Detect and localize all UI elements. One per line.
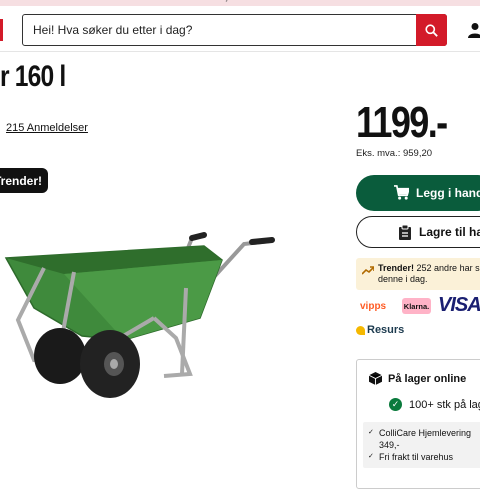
stock-quantity-text: 100+ stk på lag <box>409 398 480 411</box>
trending-up-icon <box>362 266 374 275</box>
product-image[interactable] <box>4 228 276 404</box>
stock-info-box: På lager online ✓ 100+ stk på lag ColliC… <box>356 359 480 489</box>
trend-text-1: 252 andre har s <box>416 263 480 273</box>
trending-badge: Trender! <box>0 168 48 193</box>
search-button[interactable] <box>416 14 447 46</box>
search-icon <box>425 23 438 37</box>
resurs-logo: Resurs <box>356 324 404 336</box>
price: 1199.- <box>356 98 448 147</box>
stock-quantity: ✓ 100+ stk på lag <box>389 398 480 411</box>
search-bar <box>22 14 447 46</box>
stock-heading-text: På lager online <box>388 372 467 385</box>
logo[interactable] <box>0 19 3 41</box>
check-circle-icon: ✓ <box>389 398 402 411</box>
delivery-option-home: ColliCare Hjemlevering <box>363 427 480 439</box>
add-to-cart-button[interactable]: Legg i handle <box>356 175 480 211</box>
save-to-list-label: Lagre til han <box>419 225 480 239</box>
resurs-mark-icon <box>356 325 365 335</box>
trend-label: Trender! <box>378 263 415 273</box>
cart-icon <box>394 185 409 200</box>
delivery-options: ColliCare Hjemlevering 349,- Fri frakt t… <box>363 422 480 468</box>
vipps-logo: vipps <box>360 301 387 312</box>
price-ex-vat: Eks. mva.: 959,20 <box>356 148 433 159</box>
stock-heading: På lager online <box>369 372 466 385</box>
search-input[interactable] <box>23 15 417 45</box>
add-to-cart-label: Legg i handle <box>416 186 480 200</box>
resurs-text: Resurs <box>367 324 405 336</box>
site-header <box>0 6 480 52</box>
save-to-list-button[interactable]: Lagre til han <box>356 216 480 248</box>
reviews-link[interactable]: 215 Anmeldelser <box>6 122 88 134</box>
delivery-option-store: Fri frakt til varehus <box>363 451 480 463</box>
clipboard-icon <box>399 225 411 240</box>
notice-text: jubilee <box>226 0 249 2</box>
trend-text-2: denne i dag. <box>378 274 428 284</box>
klarna-logo: Klarna. <box>402 298 431 314</box>
trend-notice: Trender! 252 andre har s denne i dag. <box>356 258 480 290</box>
visa-logo: VISA <box>438 294 480 316</box>
delivery-option-price: 349,- <box>379 440 400 450</box>
product-title: r 160 l <box>0 60 66 93</box>
box-icon <box>369 372 382 385</box>
user-icon[interactable] <box>468 22 480 38</box>
